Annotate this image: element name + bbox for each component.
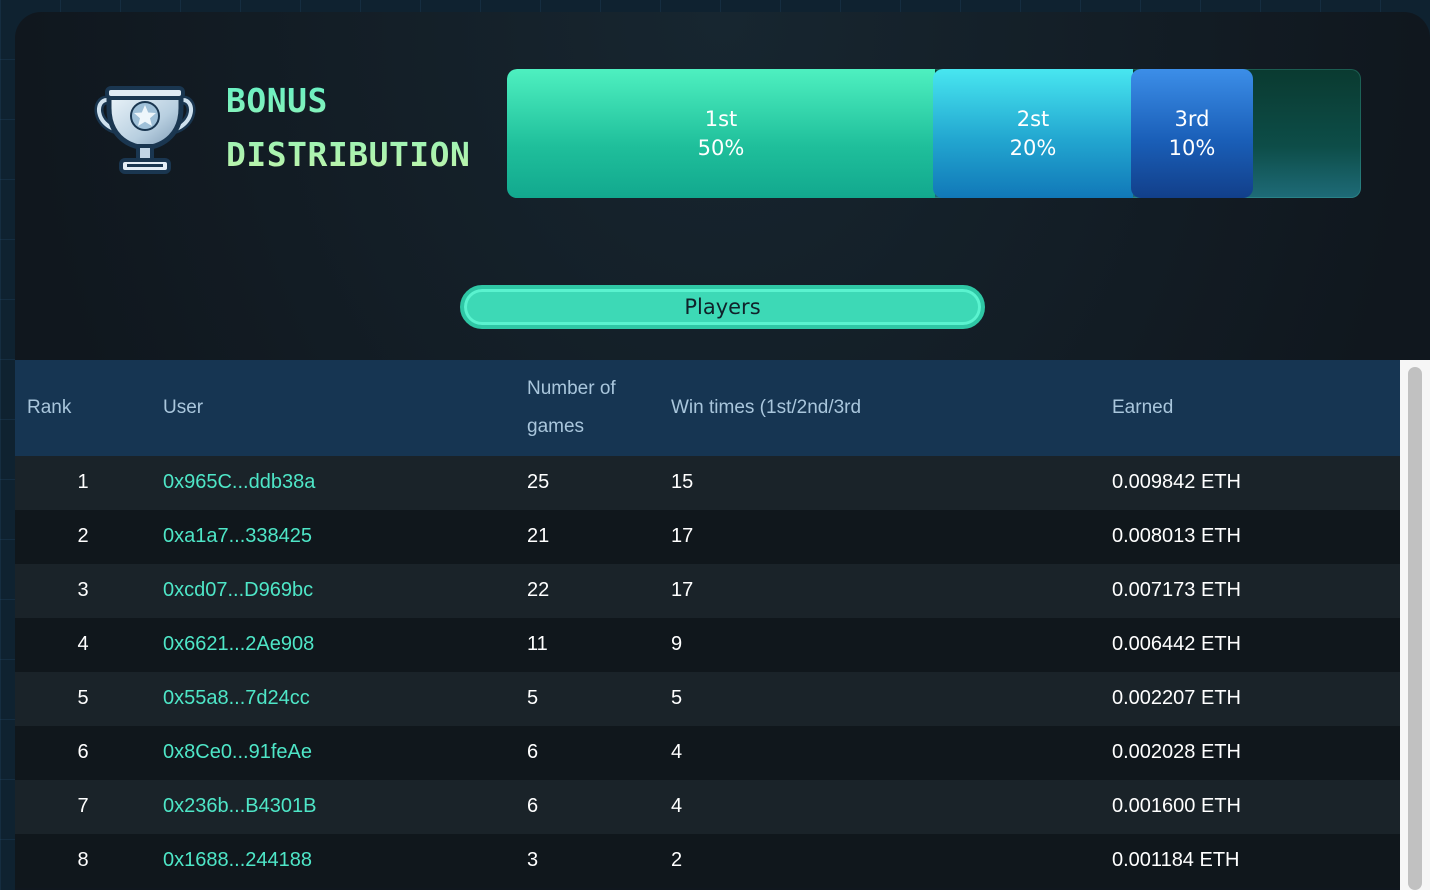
column-header-user: User (163, 397, 204, 418)
rank-cell: 6 (77, 741, 89, 763)
distribution-segment-3rd: 3rd 10% (1131, 69, 1253, 198)
distribution-segment-2nd: 2st 20% (933, 69, 1133, 198)
games-cell: 3 (527, 849, 539, 871)
games-cell: 6 (527, 741, 539, 763)
column-header-wins: Win times (1st/2nd/3rd (671, 397, 862, 418)
table-header: Rank User Number of games Win times (1st… (15, 360, 1400, 456)
title-line-1: BONUS (226, 81, 328, 120)
segment-place: 1st (704, 106, 738, 131)
earned-cell: 0.008013 ETH (1112, 525, 1241, 547)
page-title: BONUS DISTRIBUTION (226, 74, 470, 182)
wins-cell: 9 (671, 633, 683, 655)
rank-cell: 1 (77, 471, 89, 493)
rank-cell: 7 (77, 795, 89, 817)
wins-cell: 17 (671, 525, 694, 547)
games-cell: 21 (527, 525, 550, 547)
user-address-link[interactable]: 0x1688...244188 (163, 849, 312, 872)
wins-cell: 15 (671, 471, 694, 493)
segment-place: 2st (1016, 106, 1050, 131)
table-row: 6 0x8Ce0...91feAe 6 4 0.002028 ETH (15, 726, 1400, 780)
earned-cell: 0.001184 ETH (1112, 849, 1240, 871)
table-row: 3 0xcd07...D969bc 22 17 0.007173 ETH (15, 564, 1400, 618)
earned-cell: 0.002028 ETH (1112, 741, 1241, 763)
wins-cell: 2 (671, 849, 683, 871)
table-row: 7 0x236b...B4301B 6 4 0.001600 ETH (15, 780, 1400, 834)
rank-cell: 5 (77, 687, 89, 709)
earned-cell: 0.006442 ETH (1112, 633, 1241, 655)
table-row: 4 0x6621...2Ae908 11 9 0.006442 ETH (15, 618, 1400, 672)
earned-cell: 0.009842 ETH (1112, 471, 1241, 493)
user-address-link[interactable]: 0xcd07...D969bc (163, 579, 313, 602)
earned-cell: 0.001600 ETH (1112, 795, 1241, 817)
table-row: 5 0x55a8...7d24cc 5 5 0.002207 ETH (15, 672, 1400, 726)
user-address-link[interactable]: 0x8Ce0...91feAe (163, 741, 312, 764)
user-address-link[interactable]: 0x236b...B4301B (163, 795, 316, 818)
user-address-link[interactable]: 0xa1a7...338425 (163, 525, 312, 548)
tab-players[interactable]: Players (460, 285, 985, 329)
distribution-segment-1st: 1st 50% (507, 69, 935, 198)
scrollbar-thumb[interactable] (1408, 367, 1422, 890)
column-header-games-line-1: Number of (527, 378, 616, 399)
table-row: 1 0x965C...ddb38a 25 15 0.009842 ETH (15, 456, 1400, 510)
games-cell: 22 (527, 579, 550, 601)
rank-cell: 2 (77, 525, 89, 547)
rank-cell: 3 (77, 579, 89, 601)
tab-players-label: Players (684, 295, 761, 319)
column-header-games-line-2: games (527, 416, 585, 437)
title-line-2: DISTRIBUTION (226, 135, 471, 174)
games-cell: 25 (527, 471, 550, 493)
user-address-link[interactable]: 0x6621...2Ae908 (163, 633, 314, 656)
games-cell: 11 (527, 633, 548, 655)
players-table: Rank User Number of games Win times (1st… (15, 360, 1400, 890)
earned-cell: 0.002207 ETH (1112, 687, 1241, 709)
column-header-earned: Earned (1112, 397, 1174, 418)
bonus-distribution-bar: 1st 50% 2st 20% 3rd 10% (507, 69, 1361, 198)
wins-cell: 5 (671, 687, 683, 709)
segment-place: 3rd (1174, 106, 1210, 131)
rank-cell: 4 (77, 633, 89, 655)
wins-cell: 4 (671, 741, 683, 763)
games-cell: 5 (527, 687, 539, 709)
wins-cell: 4 (671, 795, 683, 817)
user-address-link[interactable]: 0x965C...ddb38a (163, 471, 315, 494)
segment-percent: 20% (1009, 135, 1057, 160)
column-header-rank: Rank (27, 397, 72, 418)
wins-cell: 17 (671, 579, 694, 601)
table-row: 8 0x1688...244188 3 2 0.001184 ETH (15, 834, 1400, 888)
segment-percent: 50% (697, 135, 745, 160)
trophy-icon (93, 78, 197, 180)
earned-cell: 0.007173 ETH (1112, 579, 1241, 601)
segment-percent: 10% (1168, 135, 1216, 160)
user-address-link[interactable]: 0x55a8...7d24cc (163, 687, 310, 710)
leaderboard-panel: BONUS DISTRIBUTION 1st 50% 2st 20% 3rd 1… (15, 12, 1430, 890)
games-cell: 6 (527, 795, 539, 817)
rank-cell: 8 (77, 849, 89, 871)
table-row: 2 0xa1a7...338425 21 17 0.008013 ETH (15, 510, 1400, 564)
